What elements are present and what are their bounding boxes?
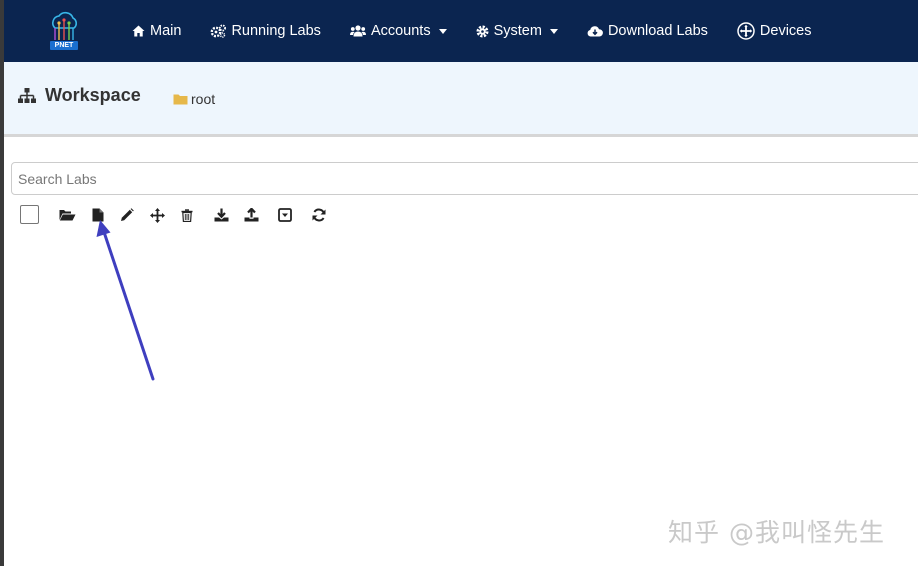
delete-trash-icon[interactable]	[178, 207, 196, 223]
plus-circle-icon	[737, 22, 755, 40]
chevron-down-icon	[549, 28, 558, 34]
select-all-checkbox[interactable]	[20, 205, 39, 224]
cogs-icon	[211, 24, 227, 38]
nav-item-system[interactable]: System	[476, 23, 558, 39]
download-icon[interactable]	[212, 207, 230, 223]
window-edge	[0, 0, 4, 566]
home-icon	[132, 25, 145, 37]
nav-item-running-labs[interactable]: Running Labs	[210, 23, 321, 39]
cog-icon	[476, 25, 489, 37]
nav-label-system: System	[493, 23, 542, 39]
top-navbar: PNET Main Running Labs Accounts System D…	[4, 0, 918, 62]
pnet-logo[interactable]: PNET	[44, 10, 84, 52]
workspace-header: Workspace root	[4, 62, 918, 137]
move-arrows-icon[interactable]	[148, 207, 166, 223]
nav-label-main: Main	[150, 23, 182, 39]
nav-item-accounts[interactable]: Accounts	[349, 23, 447, 39]
breadcrumb[interactable]: root	[173, 91, 215, 107]
nav-item-devices[interactable]: Devices	[737, 22, 812, 40]
logo-text: PNET	[54, 42, 74, 49]
page-title: Workspace	[18, 85, 141, 106]
nav-label-accounts: Accounts	[370, 23, 431, 39]
nav-item-download-labs[interactable]: Download Labs	[587, 23, 708, 39]
new-file-icon[interactable]	[89, 207, 107, 223]
sitemap-icon	[18, 87, 36, 103]
users-icon	[349, 25, 366, 37]
dropdown-box-icon[interactable]	[276, 207, 294, 223]
cloud-download-icon	[587, 26, 603, 37]
folder-icon	[173, 94, 188, 105]
watermark-text: 知乎 @我叫怪先生	[668, 518, 885, 547]
nav-menu: Main Running Labs Accounts System Downlo…	[132, 0, 840, 62]
edit-pencil-icon[interactable]	[118, 207, 136, 223]
nav-item-main[interactable]: Main	[132, 23, 181, 39]
chevron-down-icon	[438, 28, 447, 34]
workspace-title: Workspace	[45, 85, 141, 105]
upload-icon[interactable]	[242, 207, 260, 223]
open-folder-icon[interactable]	[58, 207, 76, 223]
nav-label-running-labs: Running Labs	[231, 23, 321, 39]
search-input[interactable]	[11, 162, 918, 195]
breadcrumb-root[interactable]: root	[191, 91, 215, 107]
nav-label-download-labs: Download Labs	[607, 23, 708, 39]
page: PNET Main Running Labs Accounts System D…	[0, 0, 918, 566]
refresh-icon[interactable]	[310, 207, 328, 223]
nav-label-devices: Devices	[759, 23, 812, 39]
